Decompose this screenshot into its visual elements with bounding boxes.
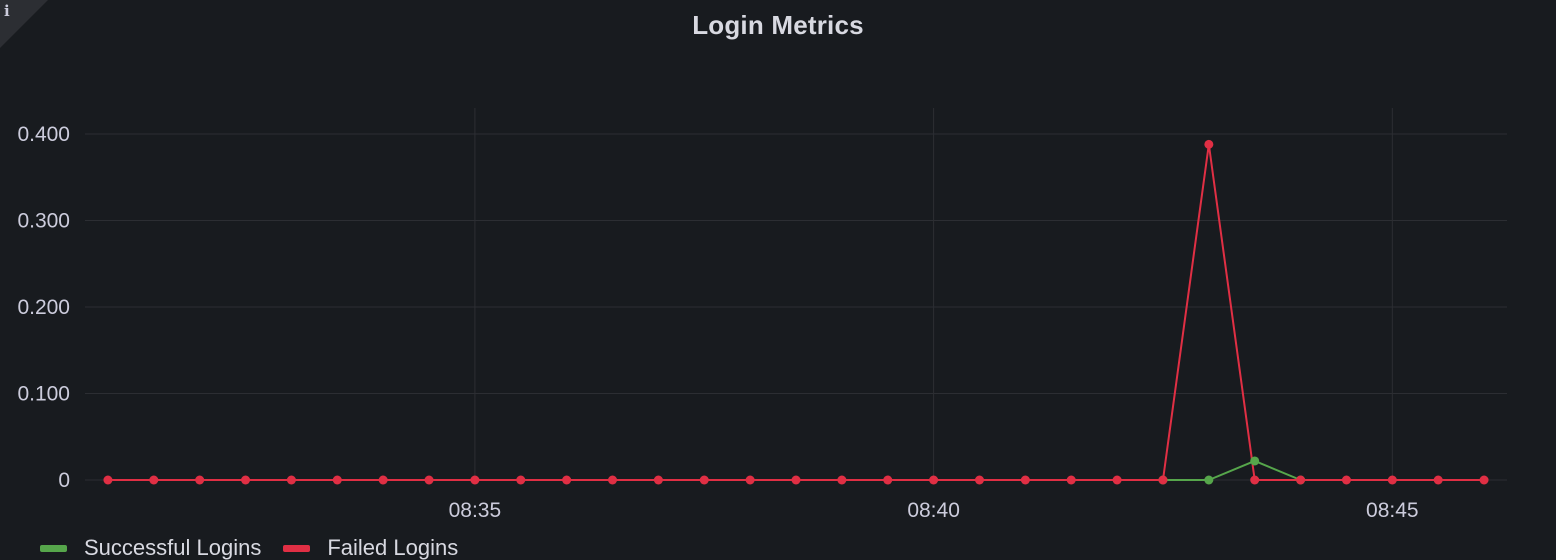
series-line-failed-logins: [107, 143, 1485, 481]
x-tick-label: 08:35: [449, 499, 502, 522]
chart-legend: Successful Logins Failed Logins: [40, 536, 458, 560]
data-point-failed-logins[interactable]: [608, 475, 618, 485]
data-point-failed-logins[interactable]: [699, 475, 709, 485]
legend-label-failed-logins: Failed Logins: [327, 535, 459, 560]
data-point-failed-logins[interactable]: [837, 475, 847, 485]
data-point-failed-logins[interactable]: [653, 475, 663, 485]
y-tick-label: 0.200: [17, 296, 70, 319]
data-point-failed-logins[interactable]: [929, 475, 939, 485]
data-point-failed-logins[interactable]: [745, 475, 755, 485]
data-point-failed-logins[interactable]: [470, 475, 480, 485]
y-axis: 0 0.100 0.200 0.300 0.400: [17, 123, 70, 492]
data-point-successful-logins[interactable]: [1204, 475, 1214, 485]
data-point-failed-logins[interactable]: [332, 475, 342, 485]
legend-swatch-successful-logins: [40, 544, 67, 552]
legend-item-failed-logins[interactable]: Failed Logins: [283, 536, 458, 560]
x-tick-label: 08:45: [1366, 499, 1419, 522]
data-point-failed-logins[interactable]: [1066, 475, 1076, 485]
data-point-failed-logins[interactable]: [195, 475, 205, 485]
data-point-failed-logins[interactable]: [974, 475, 984, 485]
y-tick-label: 0.400: [17, 123, 70, 146]
data-point-failed-logins[interactable]: [241, 475, 251, 485]
data-point-failed-logins[interactable]: [791, 475, 801, 485]
x-tick-label: 08:40: [907, 499, 960, 522]
data-point-failed-logins[interactable]: [286, 475, 296, 485]
data-point-failed-logins[interactable]: [1204, 139, 1214, 149]
data-point-failed-logins[interactable]: [1387, 475, 1397, 485]
data-point-failed-logins[interactable]: [1250, 475, 1260, 485]
data-point-failed-logins[interactable]: [1112, 475, 1122, 485]
legend-label-successful-logins: Successful Logins: [84, 535, 262, 560]
data-point-failed-logins[interactable]: [1020, 475, 1030, 485]
series-lines: [107, 143, 1485, 481]
y-tick-label: 0: [58, 469, 70, 492]
data-point-successful-logins[interactable]: [1250, 456, 1260, 466]
data-point-failed-logins[interactable]: [516, 475, 526, 485]
line-chart: 0 0.100 0.200 0.300 0.400 08:35 08:40 08:45: [17, 108, 1507, 522]
legend-item-successful-logins[interactable]: Successful Logins: [40, 536, 261, 560]
data-point-failed-logins[interactable]: [103, 475, 113, 485]
data-point-failed-logins[interactable]: [1479, 475, 1489, 485]
data-point-failed-logins[interactable]: [424, 475, 434, 485]
data-point-failed-logins[interactable]: [1433, 475, 1443, 485]
y-tick-label: 0.300: [17, 210, 70, 233]
data-point-failed-logins[interactable]: [883, 475, 893, 485]
series-points: [103, 139, 1489, 485]
data-point-failed-logins[interactable]: [1296, 475, 1306, 485]
data-point-failed-logins[interactable]: [1158, 475, 1168, 485]
data-point-failed-logins[interactable]: [562, 475, 572, 485]
data-point-failed-logins[interactable]: [378, 475, 388, 485]
data-point-failed-logins[interactable]: [149, 475, 159, 485]
chart-panel: i Login Metrics 0 0.100 0.200 0.300 0.400 08…: [0, 0, 1556, 560]
grid-lines: [85, 108, 1507, 481]
y-tick-label: 0.100: [17, 383, 70, 406]
x-axis: 08:35 08:40 08:45: [449, 499, 1419, 522]
legend-swatch-failed-logins: [283, 544, 311, 552]
series-line-successful-logins: [1162, 459, 1301, 481]
data-point-failed-logins[interactable]: [1341, 475, 1351, 485]
